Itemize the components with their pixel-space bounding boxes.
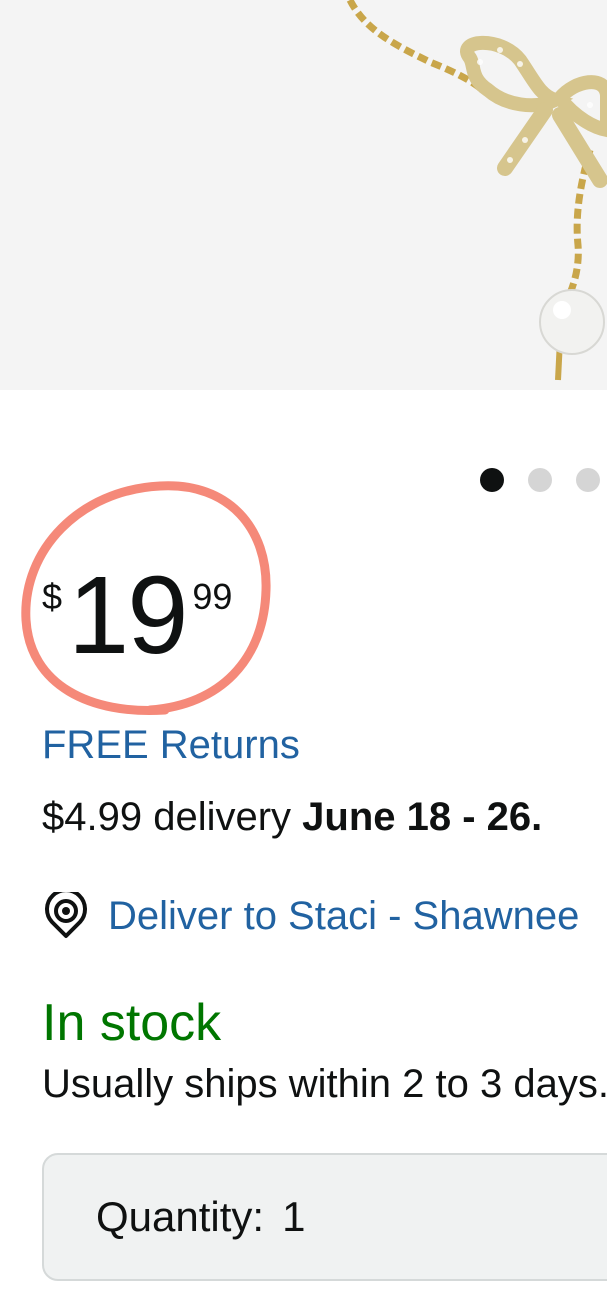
product-image[interactable] <box>0 0 607 390</box>
bracelet-illustration <box>346 0 607 381</box>
carousel-dot-3[interactable] <box>576 468 600 492</box>
price-currency-symbol: $ <box>42 576 63 617</box>
product-detail-page: $ 19 99 FREE Returns $4.99 delivery June… <box>0 0 607 1316</box>
carousel-dot-2[interactable] <box>528 468 552 492</box>
image-carousel-indicator[interactable] <box>480 468 600 492</box>
quantity-value: 1 <box>282 1193 306 1240</box>
delivery-price: $4.99 delivery <box>42 795 303 839</box>
stock-status: In stock <box>42 994 222 1052</box>
price: $ 19 99 <box>42 556 232 676</box>
delivery-info: $4.99 delivery June 18 - 26. <box>42 795 542 840</box>
quantity-label: Quantity: <box>96 1193 265 1240</box>
location-pin-icon <box>45 892 87 938</box>
quantity-selector[interactable]: Quantity: 1 <box>42 1153 607 1281</box>
price-fraction: 99 <box>192 576 233 617</box>
delivery-date: June 18 - 26. <box>302 795 543 839</box>
carousel-dot-1[interactable] <box>480 468 504 492</box>
price-whole: 19 <box>68 554 188 677</box>
deliver-to-link[interactable]: Deliver to Staci - Shawnee <box>42 892 579 940</box>
deliver-to-label: Deliver to Staci - Shawnee <box>108 893 580 938</box>
shipping-note: Usually ships within 2 to 3 days. <box>42 1062 607 1106</box>
free-returns-link[interactable]: FREE Returns <box>42 723 300 768</box>
